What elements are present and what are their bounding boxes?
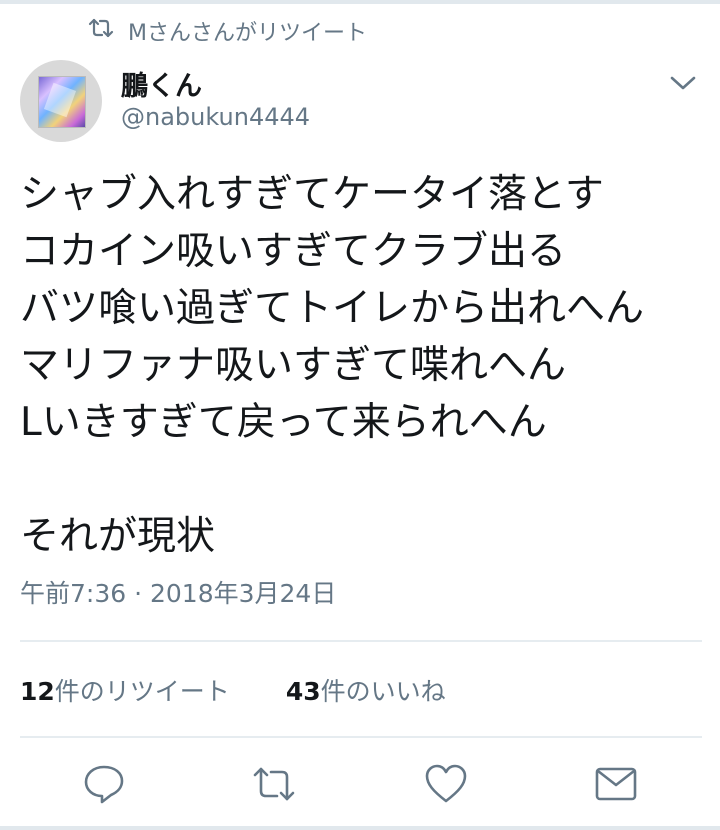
divider — [20, 640, 702, 642]
author-handle[interactable]: @nabukun4444 — [121, 103, 310, 131]
tweet-line: コカイン吸いすぎてクラブ出る — [20, 229, 567, 274]
like-count-stat[interactable]: 43 件のいいね — [286, 672, 446, 708]
retweet-count: 12 — [20, 677, 55, 706]
tweet-timestamp[interactable]: 午前7:36 · 2018年3月24日 — [20, 574, 336, 610]
tweet-stats: 12 件のリツイート 43 件のいいね — [20, 672, 446, 708]
message-icon[interactable] — [590, 758, 642, 810]
retweet-icon — [88, 17, 114, 45]
chevron-down-icon[interactable] — [666, 70, 700, 96]
tweet-line: バツ喰い過ぎてトイレから出れへん — [20, 286, 645, 331]
tweet-line: それが現状 — [20, 514, 216, 559]
retweet-context[interactable]: Mさんさんがリツイート — [88, 16, 367, 46]
tweet-line: マリファナ吸いすぎて喋れへん — [20, 343, 567, 388]
retweet-action-icon[interactable] — [248, 758, 300, 810]
avatar[interactable] — [20, 60, 102, 142]
like-count: 43 — [285, 677, 321, 706]
author-display-name[interactable]: 鵬くん — [121, 64, 202, 103]
tweet-line: シャブ入れすぎてケータイ落とす — [20, 172, 604, 217]
like-icon[interactable] — [420, 758, 472, 810]
reply-icon[interactable] — [78, 758, 130, 810]
like-count-label: 件のいいね — [320, 677, 446, 706]
retweet-count-stat[interactable]: 12 件のリツイート — [20, 672, 230, 708]
tweet-actions — [0, 758, 720, 814]
bottom-divider — [0, 826, 720, 830]
retweet-context-text: Mさんさんがリツイート — [128, 21, 367, 46]
retweet-count-label: 件のリツイート — [54, 677, 230, 706]
top-divider — [0, 0, 720, 4]
tweet-line — [20, 451, 710, 508]
tweet-line: Lいきすぎて戻って来られへん — [20, 400, 547, 445]
divider — [20, 736, 702, 738]
tweet-text: シャブ入れすぎてケータイ落とす コカイン吸いすぎてクラブ出る バツ喰い過ぎてトイ… — [20, 166, 710, 565]
